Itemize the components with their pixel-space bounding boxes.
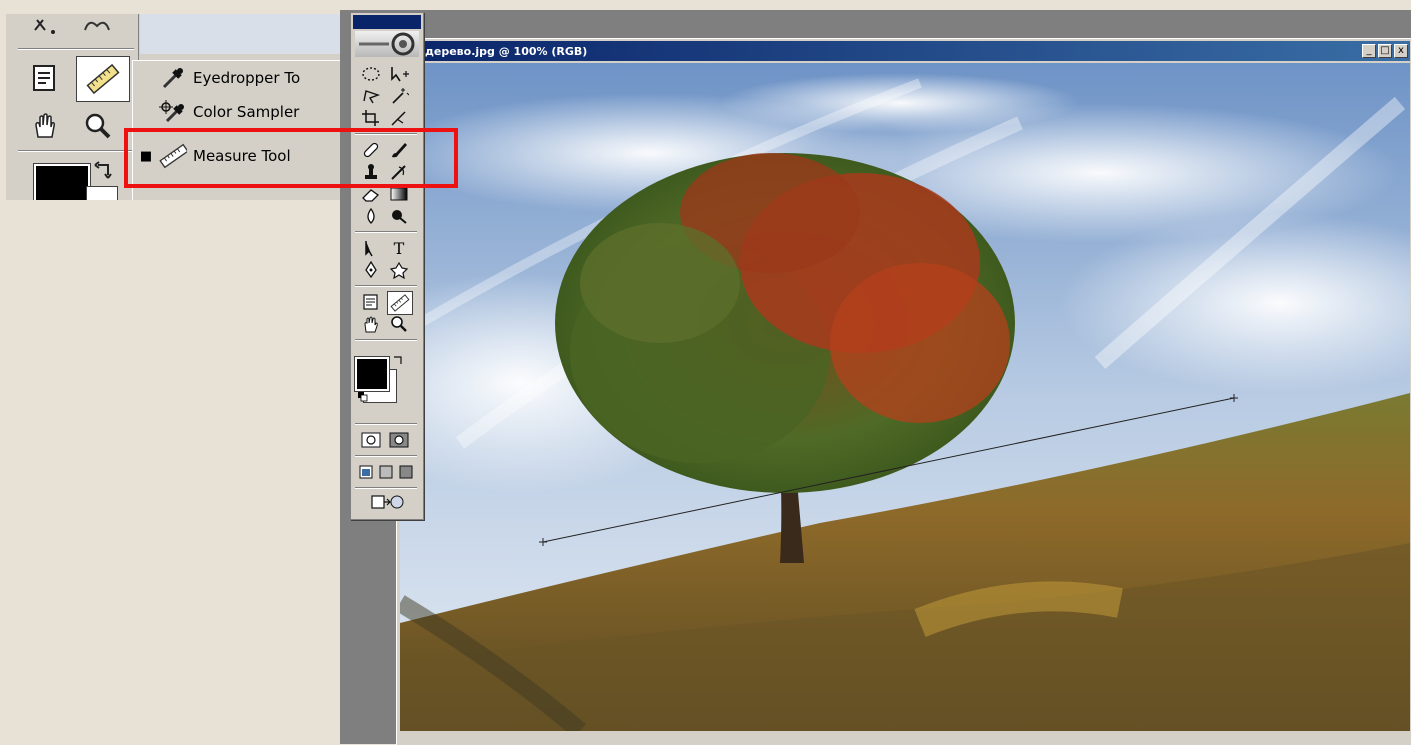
quick-mask-mode-icon[interactable]: [387, 429, 411, 451]
inset-background-color[interactable]: [86, 186, 118, 200]
screen-mode-full-menu-icon[interactable]: [377, 461, 395, 483]
flyout-label-measure-tool: Measure Tool: [193, 147, 291, 165]
screen-mode-full-icon[interactable]: [397, 461, 415, 483]
toolbox-titlebar[interactable]: [353, 15, 421, 29]
zoom-tool-icon[interactable]: [387, 313, 411, 335]
flyout-item-color-sampler[interactable]: Color Sampler: [133, 95, 348, 129]
inset-custom-shape-icon[interactable]: [74, 14, 124, 38]
flyout-selected-marker: ■: [139, 148, 153, 164]
eyedropper-icon: [159, 64, 187, 92]
standard-mode-icon[interactable]: [359, 429, 383, 451]
swap-colors-icon[interactable]: [391, 353, 405, 367]
flyout-label-color-sampler: Color Sampler: [193, 103, 300, 121]
inset-foreground-color[interactable]: [34, 164, 90, 200]
blur-tool-icon[interactable]: [359, 205, 383, 227]
inset-hand-icon[interactable]: [24, 108, 66, 144]
brush-tool-icon[interactable]: [387, 139, 411, 161]
lasso-tool-icon[interactable]: [359, 85, 383, 107]
document-titlebar[interactable]: дерево.jpg @ 100% (RGB) _ □ x: [399, 41, 1410, 61]
dodge-tool-icon[interactable]: [387, 205, 411, 227]
measure-tool-icon: [159, 142, 187, 170]
inset-notes-icon[interactable]: [22, 58, 68, 98]
custom-shape-icon[interactable]: [387, 259, 411, 281]
eraser-tool-icon[interactable]: [359, 183, 383, 205]
flyout-item-eyedropper[interactable]: Eyedropper To: [133, 61, 348, 95]
crop-tool-icon[interactable]: [359, 107, 383, 129]
document-title: дерево.jpg @ 100% (RGB): [425, 44, 588, 58]
slice-tool-icon[interactable]: [387, 107, 411, 129]
jump-to-imageready-icon[interactable]: [369, 491, 405, 513]
type-tool-icon[interactable]: T: [387, 237, 411, 259]
zoomed-toolbar-inset: Eyedropper To Color Sampler ■ Measure To…: [6, 14, 348, 200]
tree-photo: [400, 63, 1410, 731]
magic-wand-icon[interactable]: [387, 85, 411, 107]
close-button[interactable]: x: [1394, 44, 1408, 58]
gradient-tool-icon[interactable]: [387, 183, 411, 205]
tool-flyout-menu: Eyedropper To Color Sampler ■ Measure To…: [132, 60, 348, 200]
toolbox-palette[interactable]: T: [350, 12, 424, 520]
clone-stamp-icon[interactable]: [359, 161, 383, 183]
pen-tool-icon[interactable]: [359, 259, 383, 281]
measure-tool-active-icon[interactable]: [387, 291, 413, 315]
screen-mode-standard-icon[interactable]: [357, 461, 375, 483]
path-selection-icon[interactable]: [359, 237, 383, 259]
image-canvas[interactable]: [400, 63, 1410, 731]
foreground-color-swatch[interactable]: [355, 357, 389, 391]
inset-background: [140, 14, 348, 54]
move-tool-icon[interactable]: [387, 63, 411, 85]
inset-swap-colors-icon[interactable]: [92, 160, 116, 182]
color-sampler-icon: [159, 98, 187, 126]
flyout-item-measure-tool[interactable]: ■ Measure Tool: [133, 139, 348, 173]
inset-zoom-icon[interactable]: [78, 108, 118, 144]
history-brush-icon[interactable]: [387, 161, 411, 183]
inset-measure-icon[interactable]: [76, 56, 130, 102]
flyout-label-eyedropper: Eyedropper To: [193, 69, 301, 87]
notes-tool-icon[interactable]: [359, 291, 383, 313]
hand-tool-icon[interactable]: [359, 313, 383, 335]
document-window: дерево.jpg @ 100% (RGB) _ □ x: [396, 38, 1411, 745]
inset-stamp-icon[interactable]: [26, 14, 66, 38]
minimize-button[interactable]: _: [1362, 44, 1376, 58]
default-colors-icon[interactable]: [357, 391, 369, 403]
photoshop-logo[interactable]: [355, 31, 419, 57]
inset-toolbar: [12, 14, 139, 200]
maximize-button[interactable]: □: [1378, 44, 1392, 58]
marquee-tool-icon[interactable]: [359, 63, 383, 85]
healing-brush-icon[interactable]: [359, 139, 383, 161]
